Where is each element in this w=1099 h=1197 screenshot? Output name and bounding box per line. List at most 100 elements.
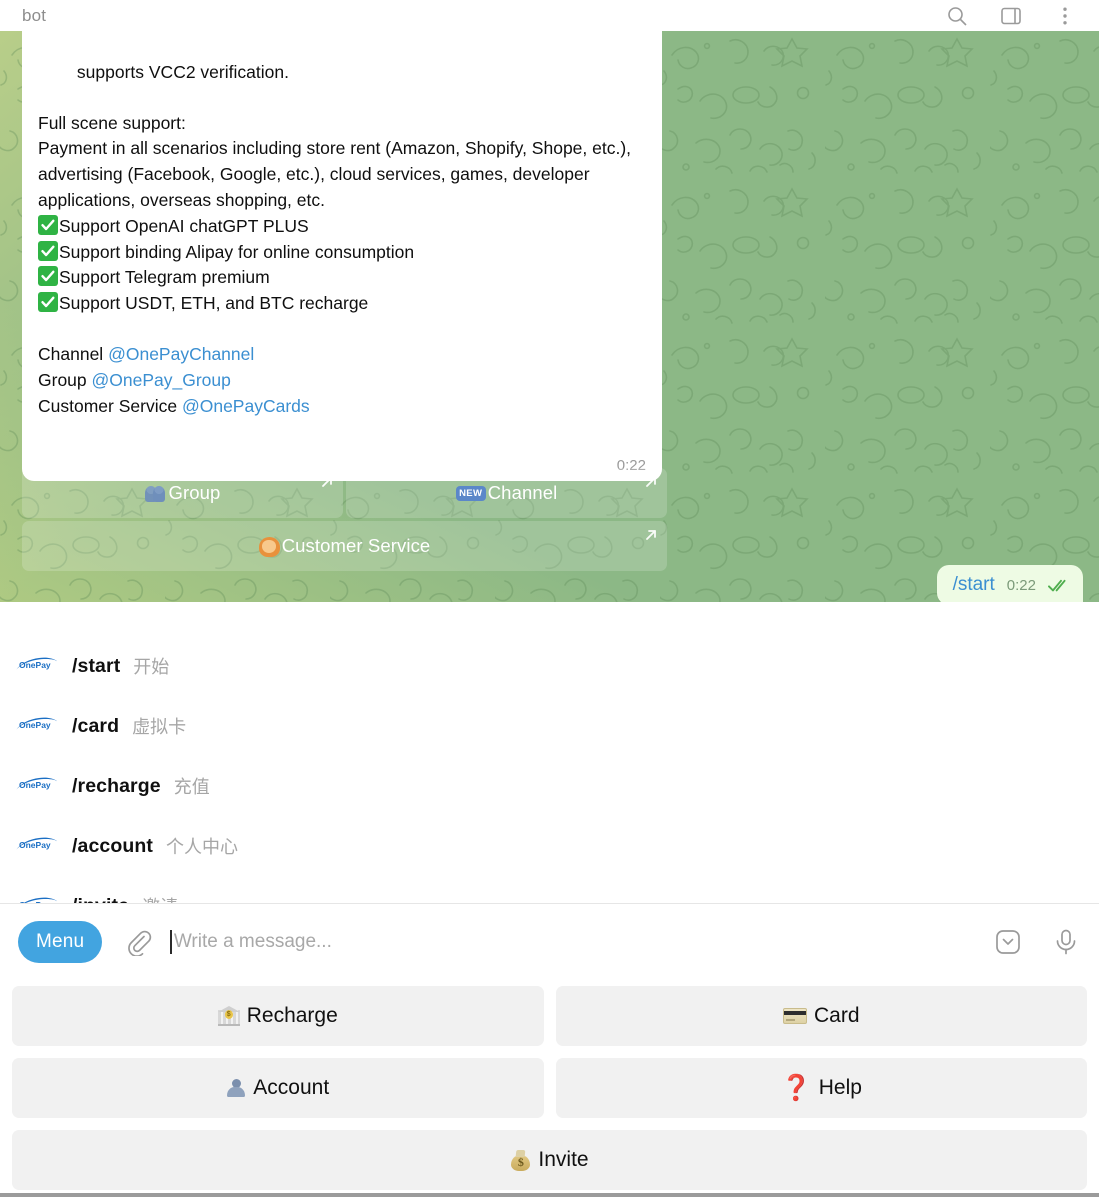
reply-keyboard-row: Invite	[12, 1130, 1087, 1190]
money-bag-emoji-icon	[510, 1149, 531, 1171]
search-icon[interactable]	[945, 4, 969, 28]
feature-item: Support Telegram premium	[38, 265, 648, 291]
contact-handle-link[interactable]: @OnePayChannel	[108, 344, 254, 364]
chat-header: bot	[0, 0, 1099, 31]
page-title: bot	[22, 5, 47, 25]
reply-button-label: Invite	[538, 1148, 589, 1171]
check-mark-icon	[38, 214, 58, 235]
feature-label: Support USDT, ETH, and BTC recharge	[59, 293, 369, 314]
message-input-wrap	[170, 930, 983, 954]
contact-handle-link[interactable]: @OnePayCards	[182, 396, 310, 416]
inline-button-group[interactable]: Group	[22, 468, 343, 518]
command-item-recharge[interactable]: OnePay /recharge 充值	[0, 756, 1099, 816]
reply-button-recharge[interactable]: $ Recharge	[12, 986, 544, 1046]
reply-keyboard: $ Recharge Card Account ❓ Help $ Invite	[0, 980, 1099, 1197]
message-composer: Menu	[0, 903, 1099, 980]
paperclip-icon[interactable]	[124, 928, 152, 956]
onepay-logo-icon: OnePay	[14, 656, 58, 676]
external-link-arrow-icon	[320, 475, 334, 489]
avatar: OnePay	[14, 833, 58, 859]
reply-button-account[interactable]: Account	[12, 1058, 544, 1118]
avatar: OnePay	[14, 653, 58, 679]
avatar: OnePay	[14, 773, 58, 799]
command-item-start[interactable]: OnePay /start 开始	[0, 636, 1099, 696]
inline-button-customer-service[interactable]: Customer Service	[22, 521, 667, 571]
credit-card-emoji-icon	[782, 1008, 807, 1024]
bottom-scroll-indicator	[0, 1193, 1099, 1197]
reply-keyboard-row: Account ❓ Help	[12, 1058, 1087, 1118]
outgoing-command-link[interactable]: /start	[953, 574, 995, 596]
woman-emoji-icon	[258, 536, 280, 557]
message-scene-title: Full scene support:	[38, 112, 186, 133]
inline-button-channel[interactable]: NEW Channel	[346, 468, 667, 518]
command-name: /account	[72, 834, 153, 857]
onepay-logo-icon: OnePay	[14, 836, 58, 856]
command-description: 充值	[173, 777, 210, 797]
message-input[interactable]	[173, 931, 983, 953]
bank-emoji-icon: $	[217, 1006, 240, 1026]
command-name: /card	[72, 714, 120, 737]
sidebar-icon[interactable]	[999, 4, 1023, 28]
reply-button-invite[interactable]: Invite	[12, 1130, 1087, 1190]
reply-button-label: Help	[818, 1076, 862, 1099]
bust-emoji-icon	[226, 1078, 246, 1098]
onepay-logo-icon: OnePay	[14, 716, 58, 736]
onepay-logo-icon: OnePay	[14, 776, 58, 796]
contact-label: Group	[38, 369, 87, 390]
composer-right-actions	[993, 927, 1081, 957]
new-badge-emoji-icon: NEW	[455, 485, 486, 501]
contact-line: Group @OnePay_Group	[38, 368, 648, 394]
message-line-top: supports VCC2 verification.	[76, 61, 289, 82]
busts-emoji-icon	[144, 484, 167, 502]
command-item-card[interactable]: OnePay /card 虚拟卡	[0, 696, 1099, 756]
avatar: OnePay	[14, 713, 58, 739]
command-name: /start	[72, 654, 121, 677]
check-mark-icon	[38, 240, 58, 261]
header-actions	[945, 4, 1099, 28]
telegram-bot-chat-screen: bot supports VCC2 verification. Full sce…	[0, 0, 1099, 1197]
feature-item: Support USDT, ETH, and BTC recharge	[38, 291, 648, 317]
command-description: 虚拟卡	[132, 717, 187, 737]
inline-keyboard-row: Customer Service	[22, 521, 667, 571]
external-link-arrow-icon	[644, 475, 658, 489]
contact-label: Customer Service	[38, 395, 178, 416]
inline-button-label: Group	[168, 482, 221, 503]
check-mark-icon	[38, 266, 58, 287]
svg-text:OnePay: OnePay	[19, 780, 51, 790]
reply-keyboard-row: $ Recharge Card	[12, 986, 1087, 1046]
outgoing-message-bubble: /start 0:22	[936, 565, 1083, 605]
command-list: OnePay /start 开始 OnePay /card 虚拟卡 OnePay…	[0, 636, 1099, 910]
feature-label: Support binding Alipay for online consum…	[59, 241, 415, 262]
svg-text:OnePay: OnePay	[19, 840, 51, 850]
text-cursor	[170, 930, 172, 954]
svg-text:OnePay: OnePay	[19, 660, 51, 670]
inline-button-label: Channel	[487, 482, 558, 503]
microphone-icon[interactable]	[1051, 927, 1081, 957]
reply-button-card[interactable]: Card	[555, 986, 1087, 1046]
external-link-arrow-icon	[644, 528, 658, 542]
reply-button-help[interactable]: ❓ Help	[555, 1058, 1087, 1118]
reply-button-label: Account	[253, 1076, 330, 1099]
command-suggestion-panel: OnePay /start 开始 OnePay /card 虚拟卡 OnePay…	[0, 602, 1099, 910]
command-description: 个人中心	[165, 837, 238, 857]
red-question-mark-emoji-icon: ❓	[780, 1073, 812, 1102]
menu-button[interactable]: Menu	[18, 921, 103, 963]
check-mark-icon	[38, 292, 58, 313]
reply-button-label: Recharge	[246, 1004, 338, 1027]
contact-line: Customer Service @OnePayCards	[38, 394, 648, 420]
incoming-message-bubble: supports VCC2 verification. Full scene su…	[22, 31, 662, 481]
message-body: supports VCC2 verification. Full scene su…	[38, 31, 648, 471]
reply-button-label: Card	[813, 1004, 860, 1027]
keyboard-collapse-icon[interactable]	[993, 927, 1023, 957]
feature-item: Support binding Alipay for online consum…	[38, 240, 648, 266]
inline-keyboard: Group NEW Channel Customer Service	[22, 468, 667, 574]
suggestion-panel-top-edge	[0, 602, 665, 633]
command-item-account[interactable]: OnePay /account 个人中心	[0, 816, 1099, 876]
chat-message-area: supports VCC2 verification. Full scene su…	[0, 31, 1099, 633]
command-name: /recharge	[72, 774, 161, 797]
contact-handle-link[interactable]: @OnePay_Group	[92, 370, 231, 390]
command-description: 开始	[133, 657, 170, 677]
message-scene-body: Payment in all scenarios including store…	[38, 138, 636, 210]
more-vertical-icon[interactable]	[1053, 4, 1077, 28]
contact-line: Channel @OnePayChannel	[38, 342, 648, 368]
